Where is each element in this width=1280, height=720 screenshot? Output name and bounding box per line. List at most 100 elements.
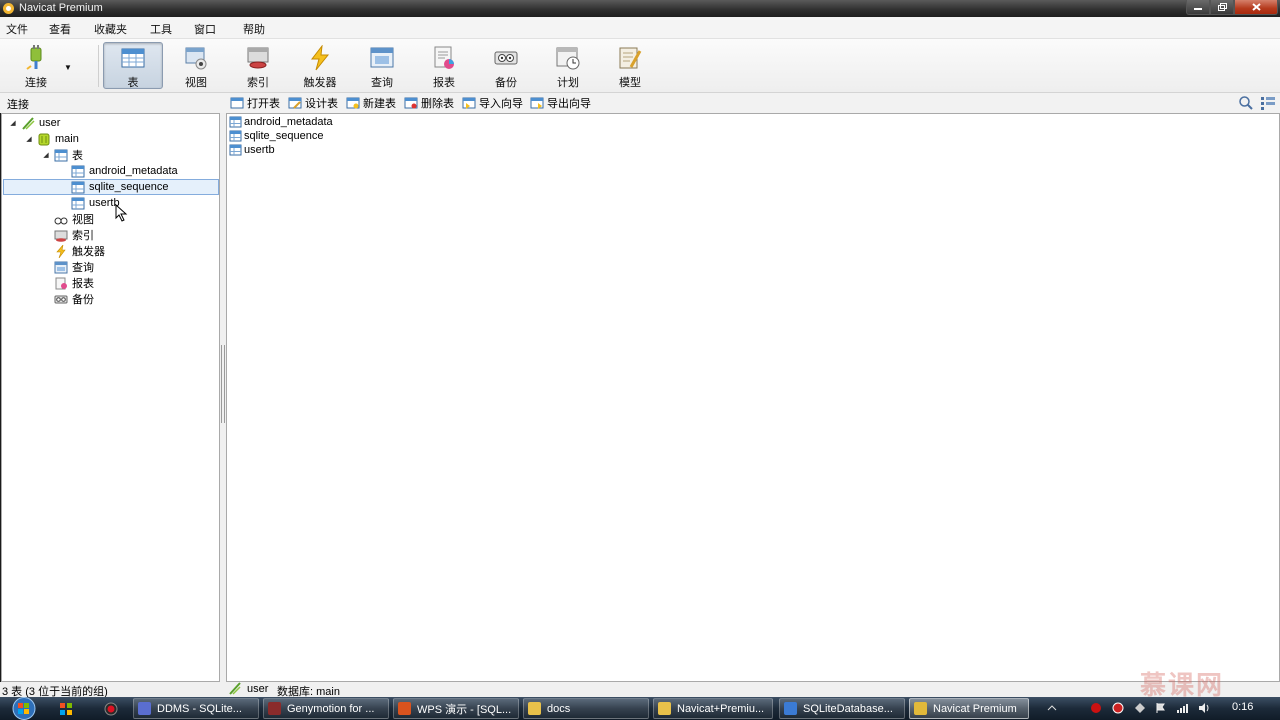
report-icon (55, 277, 67, 289)
tray-signal-icon[interactable] (1176, 702, 1188, 714)
view-icon (54, 217, 68, 224)
taskbar-genymotion[interactable]: Genymotion for ... (263, 698, 389, 719)
ddms-app-icon (138, 702, 151, 715)
tray-network-diamond-icon[interactable] (1134, 702, 1146, 714)
tool-trigger[interactable]: 触发器 (290, 42, 350, 89)
main-toolbar: 连接 ▼ 表 视图 索引 触发器 查询 报表 备份 计划 模型 (0, 39, 1280, 93)
tool-label: 索引 (247, 77, 269, 89)
export-wizard-button[interactable]: 导出向导 (530, 95, 591, 111)
menu-window[interactable]: 窗口 (194, 21, 216, 37)
tree-group-queries[interactable]: 查询 (54, 259, 94, 275)
tray-security-icon[interactable] (1112, 702, 1124, 714)
connection-panel-header: 连接 (0, 93, 224, 113)
tool-model[interactable]: 模型 (600, 42, 660, 89)
tree-connection-user[interactable]: ◢ user (8, 115, 60, 131)
tree-table-android-metadata[interactable]: android_metadata (71, 163, 178, 179)
tree-label: 索引 (72, 230, 94, 242)
tray-volume-icon[interactable] (1198, 702, 1210, 714)
object-item-usertb[interactable]: usertb (229, 143, 275, 157)
collapse-arrow-icon[interactable]: ◢ (24, 135, 34, 143)
tree-group-views[interactable]: 视图 (54, 211, 94, 227)
taskbar-label: docs (547, 702, 571, 715)
taskbar-sqlitedatabase[interactable]: SQLiteDatabase... (779, 698, 905, 719)
taskbar-clock[interactable]: 0:16 (1232, 701, 1253, 713)
wps-app-icon (398, 702, 411, 715)
tree-group-indexes[interactable]: 索引 (54, 227, 94, 243)
tree-group-backups[interactable]: 备份 (54, 291, 94, 307)
tool-label: 查询 (371, 77, 393, 89)
tree-group-reports[interactable]: 报表 (54, 275, 94, 291)
tree-label: 备份 (72, 294, 94, 306)
collapse-arrow-icon[interactable]: ◢ (8, 119, 18, 127)
taskbar-label: SQLiteDatabase... (803, 702, 893, 715)
object-item-android-metadata[interactable]: android_metadata (229, 115, 333, 129)
taskbar-ddms[interactable]: DDMS - SQLite... (133, 698, 259, 719)
delete-table-button[interactable]: 删除表 (404, 95, 454, 111)
table-icon (229, 144, 242, 156)
menu-tools[interactable]: 工具 (150, 21, 172, 37)
menu-help[interactable]: 帮助 (243, 21, 265, 37)
taskbar-label: WPS 演示 - [SQL... (417, 703, 512, 716)
tree-table-usertb[interactable]: usertb (71, 195, 120, 211)
search-icon[interactable] (1238, 95, 1254, 111)
object-toolbar: 打开表 设计表 新建表 删除表 导入向导 导出向导 (224, 93, 1280, 113)
taskbar-wps-presentation[interactable]: WPS 演示 - [SQL... (393, 698, 519, 719)
backup-icon (54, 295, 68, 303)
index-icon (247, 47, 269, 69)
tray-record-icon[interactable] (1090, 702, 1102, 714)
status-bar: 3 表 (3 位于当前的组) user 数据库: main (0, 682, 1280, 698)
navicat-app-icon (3, 3, 14, 14)
import-wizard-label: 导入向导 (479, 98, 523, 110)
trigger-icon (56, 244, 66, 258)
tree-group-tables[interactable]: ◢ 表 (41, 147, 83, 163)
index-icon (54, 230, 68, 242)
delete-table-label: 删除表 (421, 98, 454, 110)
import-wizard-button[interactable]: 导入向导 (462, 95, 523, 111)
sqlite-connection-icon (22, 116, 35, 130)
connect-button[interactable]: 连接 (6, 42, 66, 89)
taskbar-navicat-premium[interactable]: Navicat Premium (909, 698, 1029, 719)
open-table-icon (230, 97, 244, 109)
connect-dropdown-icon[interactable]: ▼ (64, 63, 72, 72)
menu-file[interactable]: 文件 (6, 21, 28, 37)
tray-flag-icon[interactable] (1154, 702, 1166, 714)
record-icon[interactable] (103, 701, 119, 717)
close-button[interactable] (1234, 0, 1278, 15)
delete-table-icon (404, 97, 418, 109)
tray-expand-icon[interactable] (1046, 702, 1058, 714)
open-table-button[interactable]: 打开表 (230, 95, 280, 111)
menu-view[interactable]: 查看 (49, 21, 71, 37)
tables-group-icon (54, 149, 68, 161)
splitter-grip[interactable] (221, 345, 225, 423)
tree-group-triggers[interactable]: 触发器 (54, 243, 105, 259)
tool-report[interactable]: 报表 (414, 42, 474, 89)
tool-schedule[interactable]: 计划 (538, 42, 598, 89)
maximize-button[interactable] (1210, 0, 1234, 15)
tool-index[interactable]: 索引 (228, 42, 288, 89)
windows-flag-icon[interactable] (58, 701, 74, 717)
tree-label: 表 (72, 150, 83, 162)
start-orb-icon[interactable] (4, 697, 44, 720)
menu-favorites[interactable]: 收藏夹 (94, 21, 127, 37)
object-item-sqlite-sequence[interactable]: sqlite_sequence (229, 129, 324, 143)
tool-label: 计划 (557, 77, 579, 89)
database-icon (38, 133, 50, 145)
collapse-arrow-icon[interactable]: ◢ (41, 151, 51, 159)
list-view-toggle-icon[interactable] (1260, 95, 1276, 111)
tree-label: main (55, 133, 79, 145)
design-table-button[interactable]: 设计表 (288, 95, 338, 111)
tool-query[interactable]: 查询 (352, 42, 412, 89)
tool-label: 表 (127, 77, 139, 89)
tool-table[interactable]: 表 (103, 42, 163, 89)
taskbar-docs-folder[interactable]: docs (523, 698, 649, 719)
taskbar-navicat-folder[interactable]: Navicat+Premiu... (653, 698, 773, 719)
connection-tree: ◢ user ◢ main ◢ 表 android_metadata sqlit… (1, 113, 220, 682)
tree-table-sqlite-sequence[interactable]: sqlite_sequence (3, 179, 219, 195)
tree-database-main[interactable]: ◢ main (24, 131, 79, 147)
taskbar-label: DDMS - SQLite... (157, 702, 242, 715)
open-table-label: 打开表 (247, 98, 280, 110)
tool-view[interactable]: 视图 (166, 42, 226, 89)
minimize-button[interactable] (1186, 0, 1210, 15)
new-table-button[interactable]: 新建表 (346, 95, 396, 111)
tool-backup[interactable]: 备份 (476, 42, 536, 89)
